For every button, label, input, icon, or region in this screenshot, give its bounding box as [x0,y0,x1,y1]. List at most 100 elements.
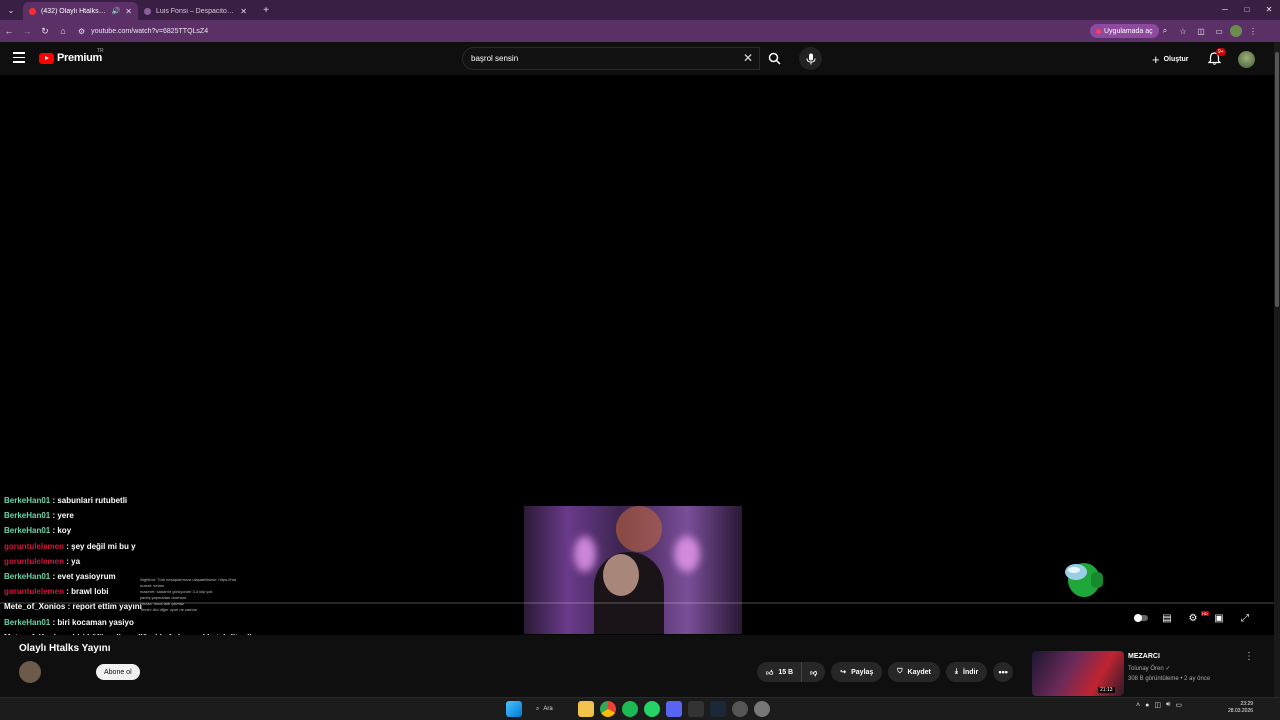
recommended-title[interactable]: MEZARCI [1128,653,1160,660]
webcam-light-right [674,536,700,572]
bookmark-icon: ⛉ [897,668,903,675]
subtitles-icon[interactable]: ▤ [1160,611,1174,625]
webcam-lamp [616,506,662,552]
verified-icon: ✓ [1165,666,1171,672]
settings-gear-icon[interactable]: ⚙ [1186,611,1200,625]
voice-search-button[interactable] [799,47,822,70]
save-button[interactable]: ⛉ Kaydet [888,662,940,682]
tab-inactive[interactable]: Luis Fonsi – Despacito Şarkı Sö ✕ [138,2,253,20]
tab-active[interactable]: (432) Olaylı Htalks Yayını - Yo 🔊 ✕ [23,2,138,20]
bookmark-star-icon[interactable]: ☆ [1176,27,1190,36]
more-vertical-icon[interactable]: ⋮ [1244,651,1254,662]
app-icon[interactable] [688,701,704,717]
share-label: Paylaş [851,668,874,676]
site-info-icon[interactable]: ⚙ [78,27,85,36]
clear-search-icon[interactable]: ✕ [743,51,753,65]
forward-icon[interactable]: → [18,26,36,36]
channel-name[interactable]: Olaylı Htalks Yayını [19,643,111,654]
search-input[interactable]: başrol sensin ✕ [462,47,760,70]
autoplay-toggle[interactable] [1134,611,1148,625]
taskbar-clock[interactable]: 23:29 28.03.2026 [1228,701,1253,715]
maximize-icon[interactable]: □ [1236,0,1258,20]
spotify-icon[interactable] [622,701,638,717]
fullscreen-icon[interactable]: ⤢ [1238,611,1252,625]
whatsapp-icon[interactable] [644,701,660,717]
battery-icon[interactable]: ▭ [1175,701,1182,709]
zoom-icon[interactable]: ⌕ [1158,26,1172,36]
close-window-icon[interactable]: ✕ [1258,0,1280,20]
download-button[interactable]: ⤓ İndir [945,662,988,682]
tab-search-button[interactable]: ⌄ [3,2,19,18]
recommended-video[interactable]: 21:13 MEZARCI Tolunay Ören ✓ 308 B görün… [1032,651,1262,697]
chat-username: goruntulelemen [4,541,65,551]
clock-time: 23:29 [1240,701,1254,707]
miniplayer-icon[interactable]: ▣ [1212,611,1226,625]
share-button[interactable]: ↪ Paylaş [831,662,883,682]
settings-icon[interactable] [754,701,770,717]
url-field[interactable]: ⚙ youtube.com/watch?v=6825TTQLsZ4 [78,23,1068,39]
video-actions: 👍︎ 15 B 👎︎ ↪ Paylaş ⛉ Kaydet ⤓ İndir ••• [757,662,1014,682]
search-button[interactable] [760,47,788,70]
close-tab-icon[interactable]: ✕ [240,7,247,16]
logo-text: Premium [57,52,102,64]
chrome-icon[interactable] [600,701,616,717]
channel-avatar[interactable] [19,661,41,683]
chat-username: BerkeHan01 [4,617,51,627]
taskbar-search-label: Ara [543,706,553,712]
browser-menu-icon[interactable]: ⋮ [1246,27,1260,36]
home-icon[interactable]: ⌂ [54,26,72,36]
save-label: Kaydet [907,668,931,676]
app-icon[interactable] [732,701,748,717]
chat-message: BerkeHan01 : koy [4,526,72,536]
youtube-logo[interactable]: Premium TR [39,48,104,64]
menu-icon[interactable] [13,52,25,64]
microphone-icon [806,53,815,64]
discord-icon[interactable] [666,701,682,717]
chat-text: yere [57,511,74,521]
recommended-channel-name: Tolunay Ören [1128,666,1164,672]
address-bar: ← → ↻ ⌂ ⚙ youtube.com/watch?v=6825TTQLsZ… [0,20,1280,42]
user-avatar[interactable] [1238,51,1255,68]
chat-text: şey değil mi bu y [71,541,136,551]
lyrics-favicon-icon [144,7,151,15]
chat-text: sabunlari rutubetli [57,496,128,505]
file-explorer-icon[interactable] [578,701,594,717]
like-button[interactable]: 👍︎ 15 B [757,662,802,682]
minimize-icon[interactable]: ─ [1214,0,1236,20]
subscribe-button[interactable]: Abone ol [96,664,140,680]
tray-expand-icon[interactable]: ˄ [1136,702,1140,709]
video-info-bar: Olaylı Htalks Yayını Abone ol 👍︎ 15 B 👎︎… [0,635,1274,697]
steam-icon[interactable] [710,701,726,717]
more-horizontal-icon: ••• [998,667,1008,677]
video-progress-bar[interactable] [0,602,1274,604]
extensions-icon[interactable]: ◫ [1194,27,1208,36]
reload-icon[interactable]: ↻ [36,26,54,37]
page-scrollbar[interactable] [1274,42,1280,697]
network-icon[interactable]: ◫ [1154,701,1161,709]
speaker-icon[interactable]: 🔊 [112,7,121,15]
streamer-face [603,554,639,596]
create-label: Oluştur [1163,55,1189,63]
search-value: başrol sensin [471,54,519,63]
chat-username: BerkeHan01 [4,511,51,521]
notifications-button[interactable]: 9+ [1207,48,1226,66]
more-actions-button[interactable]: ••• [993,662,1014,682]
scrollbar-thumb[interactable] [1275,52,1279,307]
tray-app-icon[interactable]: ● [1145,702,1149,709]
recommended-channel[interactable]: Tolunay Ören ✓ [1128,665,1170,672]
address-bar-icons: ⌕ ☆ ◫ ▭ ⋮ [1158,20,1260,42]
taskbar-search[interactable]: ⌕ Ara [528,701,572,717]
volume-icon[interactable]: 🔊︎ [1166,701,1170,709]
windows-start-icon[interactable] [506,701,522,717]
create-button[interactable]: + Oluştur [1146,50,1194,68]
notification-badge: 9+ [1216,48,1226,56]
back-icon[interactable]: ← [0,26,18,36]
plus-icon: + [1152,51,1160,67]
cast-icon[interactable]: ▭ [1212,27,1226,36]
new-tab-button[interactable]: + [259,5,273,16]
close-tab-icon[interactable]: ✕ [125,7,132,16]
browser-profile-icon[interactable] [1230,25,1242,37]
thumbs-down-icon: 👎︎ [810,669,818,677]
dislike-button[interactable]: 👎︎ [801,662,826,682]
open-in-app-button[interactable]: Uygulamada aç [1090,24,1159,38]
